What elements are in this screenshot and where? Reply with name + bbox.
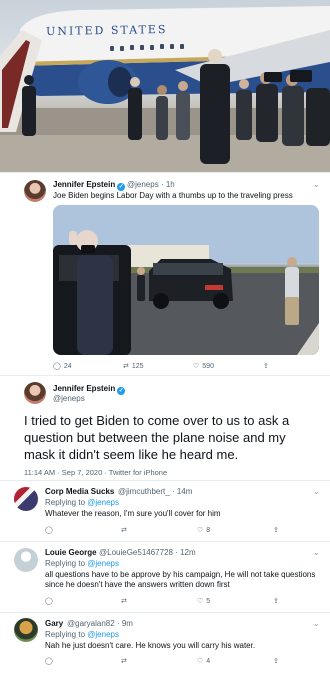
chevron-down-icon[interactable]: ⌄ — [313, 549, 321, 557]
chevron-down-icon[interactable]: ⌄ — [313, 488, 321, 496]
replying-to: Replying to @jeneps — [45, 630, 119, 639]
replying-to-link[interactable]: @jeneps — [87, 498, 119, 507]
retweet-button[interactable]: ⇄ — [121, 597, 197, 605]
tweet-metadata: 11:14 AM · Sep 7, 2020 · Twitter for iPh… — [24, 468, 168, 477]
hero-photo[interactable]: UNITED STATES — [0, 0, 330, 172]
tweet-media-photo[interactable] — [53, 205, 319, 355]
reply-actions: ◯ ⇄ ♡ 4 ⇪ — [45, 657, 285, 666]
tweet-actions: ◯ 24 ⇄ 125 ♡ 590 ⇪ — [53, 362, 283, 371]
reply-button[interactable]: ◯ — [45, 526, 121, 534]
like-button[interactable]: ♡ 8 — [197, 526, 273, 535]
avatar[interactable] — [24, 180, 46, 202]
fuselage-lettering: UNITED STATES — [45, 22, 168, 39]
author-handle[interactable]: @jimcuthbert_ · 14m — [118, 487, 192, 496]
author-name-text: Jennifer Epstein — [53, 180, 116, 189]
avatar[interactable] — [14, 487, 38, 511]
author-name-text: Jennifer Epstein — [53, 384, 116, 393]
heart-icon: ♡ — [197, 598, 204, 605]
replying-label: Replying to — [45, 559, 86, 568]
avatar[interactable] — [14, 548, 38, 572]
heart-icon: ♡ — [197, 527, 204, 534]
reply-text: Nah he just doesn't care. He knows you w… — [45, 641, 256, 650]
author-handle[interactable]: @jeneps · 1h — [127, 180, 175, 189]
replying-to-link[interactable]: @jeneps — [87, 630, 119, 639]
author-handle[interactable]: @LouieGe51467728 · 12m — [99, 548, 196, 557]
retweet-button[interactable]: ⇄ 125 — [123, 362, 193, 371]
tweet-text: Joe Biden begins Labor Day with a thumbs… — [53, 191, 293, 200]
like-count: 8 — [206, 526, 211, 534]
share-icon: ⇪ — [273, 658, 279, 665]
retweet-icon: ⇄ — [123, 363, 129, 370]
replying-to: Replying to @jeneps — [45, 559, 119, 568]
reply-text: all questions have to be approve by his … — [45, 570, 316, 589]
replying-label: Replying to — [45, 498, 86, 507]
author-name[interactable]: Louie George — [45, 548, 97, 557]
reply-actions: ◯ ⇄ ♡ 5 ⇪ — [45, 597, 285, 606]
share-button[interactable]: ⇪ — [273, 657, 279, 665]
reply-tweet[interactable]: Louie George @LouieGe51467728 · 12m ⌄ Re… — [0, 542, 330, 612]
timestamp: · 1h — [160, 180, 175, 189]
handle-text: @jeneps — [127, 180, 159, 189]
share-icon: ⇪ — [273, 598, 279, 605]
handle-text: @jimcuthbert_ — [118, 487, 170, 496]
heart-icon: ♡ — [197, 658, 204, 665]
retweet-icon: ⇄ — [121, 527, 127, 534]
retweet-button[interactable]: ⇄ — [121, 526, 197, 534]
handle-text: @garyalan82 — [67, 619, 115, 628]
like-button[interactable]: ♡ 5 — [197, 597, 273, 606]
like-count: 4 — [206, 657, 211, 665]
avatar[interactable] — [14, 618, 38, 642]
author-name[interactable]: Gary — [45, 619, 63, 628]
author-name[interactable]: Jennifer Epstein ✓ — [53, 180, 126, 191]
author-name[interactable]: Corp Media Sucks — [45, 487, 114, 496]
like-button[interactable]: ♡ 590 — [193, 362, 263, 371]
reply-count: 24 — [63, 362, 72, 370]
retweet-icon: ⇄ — [121, 598, 127, 605]
reply-button[interactable]: ◯ 24 — [53, 362, 123, 371]
reply-tweet[interactable]: Corp Media Sucks @jimcuthbert_ · 14m ⌄ R… — [0, 481, 330, 541]
reply-button[interactable]: ◯ — [45, 657, 121, 665]
verified-badge-icon: ✓ — [117, 183, 126, 191]
reply-text: Whatever the reason, I'm sure you'll cov… — [45, 509, 221, 518]
timestamp: · 12m — [175, 548, 196, 557]
timestamp: · 9m — [116, 619, 133, 628]
focused-tweet[interactable]: Jennifer Epstein ✓ @jeneps I tried to get… — [0, 376, 330, 480]
reply-icon: ◯ — [45, 658, 53, 665]
reply-button[interactable]: ◯ — [45, 597, 121, 605]
share-button[interactable]: ⇪ — [263, 362, 269, 370]
verified-badge-icon: ✓ — [117, 387, 126, 395]
share-icon: ⇪ — [263, 363, 269, 370]
heart-icon: ♡ — [193, 363, 200, 370]
author-handle[interactable]: @jeneps — [53, 394, 85, 403]
timestamp: · 14m — [171, 487, 193, 496]
like-count: 590 — [202, 362, 214, 370]
replying-to-link[interactable]: @jeneps — [87, 559, 119, 568]
reply-actions: ◯ ⇄ ♡ 8 ⇪ — [45, 526, 285, 535]
author-handle[interactable]: @garyalan82 · 9m — [67, 619, 133, 628]
reply-icon: ◯ — [53, 363, 61, 370]
press-photo-illustration — [53, 205, 319, 355]
reply-icon: ◯ — [45, 598, 53, 605]
chevron-down-icon[interactable]: ⌄ — [313, 181, 321, 189]
retweet-count: 125 — [131, 362, 144, 370]
retweet-icon: ⇄ — [121, 658, 127, 665]
reply-tweet[interactable]: Gary @garyalan82 · 9m ⌄ Replying to @jen… — [0, 613, 330, 675]
like-count: 5 — [206, 597, 211, 605]
share-button[interactable]: ⇪ — [273, 597, 279, 605]
like-button[interactable]: ♡ 4 — [197, 657, 273, 666]
reply-icon: ◯ — [45, 527, 53, 534]
retweet-button[interactable]: ⇄ — [121, 657, 197, 665]
replying-label: Replying to — [45, 630, 86, 639]
share-button[interactable]: ⇪ — [273, 526, 279, 534]
chevron-down-icon[interactable]: ⌄ — [313, 620, 321, 628]
share-icon: ⇪ — [273, 527, 279, 534]
replying-to: Replying to @jeneps — [45, 498, 119, 507]
avatar[interactable] — [24, 382, 46, 404]
handle-text: @LouieGe51467728 — [99, 548, 173, 557]
tweet-text: I tried to get Biden to come over to us … — [24, 413, 290, 462]
